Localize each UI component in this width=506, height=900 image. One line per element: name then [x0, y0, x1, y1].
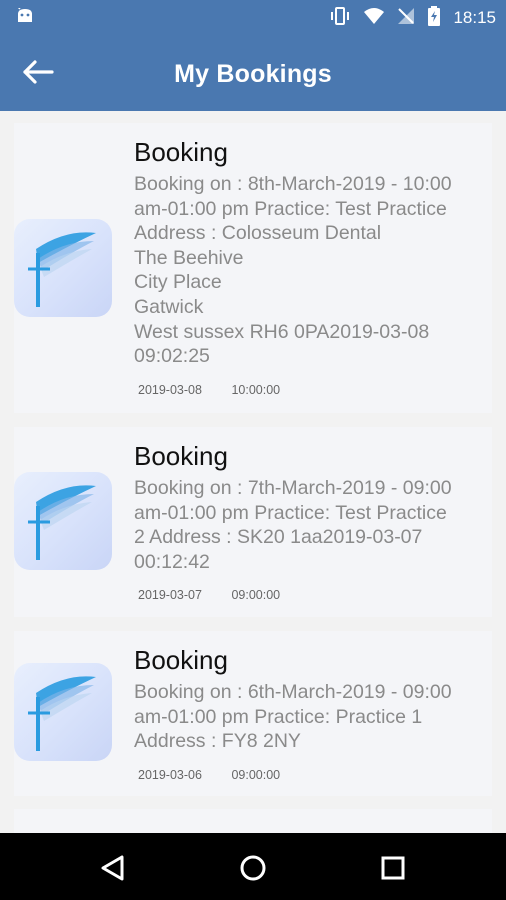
booking-time: 09:00:00 — [231, 588, 281, 603]
page-title: My Bookings — [174, 60, 332, 88]
booking-date: 2019-03-06 — [138, 767, 202, 782]
booking-date: 2019-03-07 — [138, 588, 202, 603]
booking-title: Booking — [134, 137, 228, 167]
bookings-list[interactable]: Booking Booking on : 8th-March-2019 - 10… — [0, 111, 506, 833]
toolbar: My Bookings — [0, 36, 506, 111]
vibrate-icon — [329, 6, 351, 31]
booking-title: Booking — [134, 645, 228, 675]
nav-back-button[interactable] — [93, 848, 133, 888]
wifi-icon — [363, 7, 385, 30]
android-icon — [16, 5, 34, 29]
booking-time: 09:00:00 — [231, 767, 281, 782]
app-bar: 18:15 My Bookings — [0, 0, 506, 111]
booking-date: 2019-03-08 — [138, 382, 202, 397]
booking-card[interactable]: Booking Booking on : 6th-March-2019 - 09… — [14, 631, 492, 796]
booking-card[interactable]: Booking Booking on : 7th-March-2019 - 09… — [14, 427, 492, 617]
booking-card-partial[interactable] — [14, 809, 492, 833]
booking-details: Booking on : 8th-March-2019 - 10:00 am-0… — [134, 173, 452, 368]
battery-charging-icon — [427, 5, 441, 31]
recents-square-icon — [373, 856, 413, 892]
booking-card[interactable]: Booking Booking on : 8th-March-2019 - 10… — [14, 123, 492, 413]
booking-title: Booking — [134, 441, 228, 471]
practice-logo — [14, 663, 112, 761]
nav-home-button[interactable] — [233, 848, 273, 888]
booking-time: 10:00:00 — [231, 382, 281, 397]
no-signal-icon — [397, 7, 415, 30]
logo-f-icon — [28, 676, 96, 751]
system-nav-bar — [0, 833, 506, 900]
practice-logo — [14, 472, 112, 570]
booking-details: Booking on : 6th-March-2019 - 09:00 am-0… — [134, 681, 452, 753]
status-clock: 18:15 — [453, 8, 496, 27]
logo-f-icon — [28, 485, 96, 560]
booking-details: Booking on : 7th-March-2019 - 09:00 am-0… — [134, 477, 452, 573]
status-bar: 18:15 — [0, 0, 506, 36]
practice-logo — [14, 219, 112, 317]
logo-f-icon — [28, 232, 96, 307]
home-circle-icon — [233, 855, 273, 892]
nav-recents-button[interactable] — [373, 848, 413, 888]
back-triangle-icon — [93, 855, 133, 892]
